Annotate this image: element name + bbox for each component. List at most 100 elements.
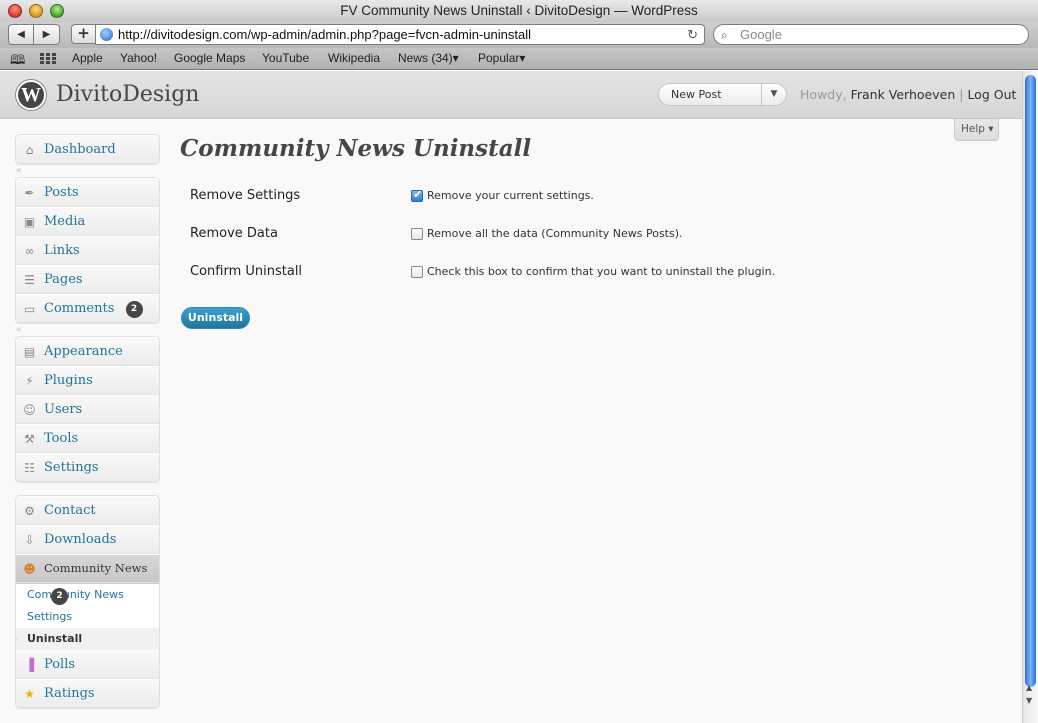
back-button[interactable]: ◀ (8, 24, 34, 45)
menu-item-plugins[interactable]: ⚡ Plugins (16, 366, 159, 395)
menu-separator[interactable]: « (15, 324, 160, 336)
menu-label: Appearance (44, 344, 123, 359)
menu-label: Tools (44, 431, 79, 446)
new-post-label[interactable]: New Post (671, 88, 722, 101)
bookmark-popular[interactable]: Popular▾ (478, 51, 525, 65)
star-icon: ★ (24, 687, 35, 701)
help-tab[interactable]: Help ▾ (954, 119, 999, 141)
comment-bubble-icon: ▭ (23, 302, 36, 316)
page-title: Community News Uninstall (180, 135, 532, 162)
menu-item-settings[interactable]: ☷ Settings (16, 453, 159, 482)
bookmark-apple[interactable]: Apple (72, 51, 103, 65)
plug-icon: ⚡ (25, 374, 34, 388)
menu-item-media[interactable]: ▣ Media (16, 207, 159, 236)
scrollbar-thumb[interactable] (1025, 75, 1036, 687)
menu-label: Settings (44, 460, 99, 475)
menu-label: Downloads (44, 532, 117, 547)
top-sites-icon[interactable] (40, 53, 56, 65)
menu-label: Community News (44, 561, 148, 575)
scroll-up-arrow-icon[interactable]: ▲ (1026, 683, 1032, 692)
chevron-down-icon[interactable]: ▼ (761, 84, 786, 105)
menu-separator[interactable]: « (15, 165, 160, 177)
bookmark-youtube[interactable]: YouTube (262, 51, 309, 65)
menu-group-content: ✒ Posts ▣ Media ∞ Links ☰ Pages ▭ Commen… (15, 177, 160, 324)
option-description: Remove all the data (Community News Post… (427, 227, 683, 240)
user-name-link[interactable]: Frank Verhoeven (851, 87, 956, 102)
menu-label: Polls (44, 657, 76, 672)
submenu-settings[interactable]: Settings (16, 606, 159, 628)
bookmark-news[interactable]: News (34)▾ (398, 51, 459, 65)
menu-label: Pages (44, 272, 83, 287)
submenu-community-news[interactable]: Community News (16, 584, 159, 606)
search-field[interactable]: ⌕ Google (713, 24, 1029, 45)
menu-label: Contact (44, 503, 96, 518)
menu-item-posts[interactable]: ✒ Posts (16, 178, 159, 207)
search-placeholder: Google (740, 27, 782, 42)
collapse-arrows-icon[interactable]: « (16, 324, 22, 336)
option-label: Remove Data (190, 226, 278, 241)
bookmark-google-maps[interactable]: Google Maps (174, 51, 245, 65)
menu-item-polls[interactable]: ▐ Polls (16, 650, 159, 679)
favorite-actions-dropdown[interactable]: New Post ▼ (658, 83, 787, 106)
reload-icon[interactable]: ↻ (687, 25, 698, 44)
community-news-submenu: Community News Settings Uninstall (16, 583, 159, 650)
separator: | (959, 87, 964, 102)
menu-separator (15, 483, 160, 495)
submenu-uninstall[interactable]: Uninstall (16, 628, 159, 650)
bookmark-yahoo[interactable]: Yahoo! (120, 51, 157, 65)
menu-label: Media (44, 214, 86, 229)
globe-icon (100, 28, 113, 41)
dashboard-icon: ⌂ (25, 143, 34, 157)
forward-button[interactable]: ▶ (34, 24, 60, 45)
howdy-text: Howdy, (800, 87, 847, 102)
scroll-down-arrow-icon[interactable]: ▼ (1026, 696, 1032, 705)
menu-item-links[interactable]: ∞ Links (16, 236, 159, 265)
link-icon: ∞ (24, 244, 35, 258)
menu-item-downloads[interactable]: ⇩ Downloads (16, 525, 159, 554)
logout-link[interactable]: Log Out (967, 87, 1016, 102)
contact-gear-icon: ⚙ (24, 504, 35, 518)
zoom-window-button[interactable] (50, 4, 64, 18)
menu-item-pages[interactable]: ☰ Pages (16, 265, 159, 294)
menu-item-dashboard[interactable]: ⌂ Dashboard (16, 135, 159, 164)
close-window-button[interactable] (8, 4, 22, 18)
wordpress-logo-icon: W (16, 80, 46, 110)
menu-item-comments[interactable]: ▭ Comments 2 (16, 294, 159, 323)
tools-icon: ⚒ (24, 432, 35, 446)
remove-settings-checkbox[interactable] (411, 188, 423, 202)
address-text: http://divitodesign.com/wp-admin/admin.p… (118, 27, 531, 42)
address-bar[interactable]: http://divitodesign.com/wp-admin/admin.p… (95, 24, 705, 45)
remove-data-checkbox[interactable] (411, 228, 423, 240)
vertical-scrollbar[interactable]: ▲ ▼ (1022, 71, 1038, 723)
menu-item-users[interactable]: ☺ Users (16, 395, 159, 424)
user-info: Howdy, Frank Verhoeven | Log Out (800, 87, 1016, 102)
site-title[interactable]: DivitoDesign (56, 82, 199, 107)
bookmarks-bar: 🕮 Apple Yahoo! Google Maps YouTube Wikip… (0, 48, 1038, 70)
uninstall-button[interactable]: Uninstall (181, 307, 250, 329)
pages-icon: ☰ (24, 273, 35, 287)
menu-item-tools[interactable]: ⚒ Tools (16, 424, 159, 453)
menu-item-ratings[interactable]: ★ Ratings (16, 679, 159, 708)
admin-header: W DivitoDesign New Post ▼ Howdy, Frank V… (0, 71, 1022, 119)
menu-group-dashboard: ⌂ Dashboard (15, 134, 160, 165)
reading-list-icon[interactable]: 🕮 (10, 51, 25, 73)
window-titlebar: FV Community News Uninstall ‹ DivitoDesi… (0, 0, 1038, 22)
confirm-uninstall-checkbox[interactable] (411, 266, 423, 278)
option-label: Confirm Uninstall (190, 264, 303, 279)
collapse-arrows-icon[interactable]: « (16, 165, 22, 177)
media-icon: ▣ (23, 215, 36, 229)
minimize-window-button[interactable] (29, 4, 43, 18)
menu-item-contact[interactable]: ⚙ Contact (16, 496, 159, 525)
menu-item-appearance[interactable]: ▤ Appearance (16, 337, 159, 366)
menu-group-plugins: ⚙ Contact ⇩ Downloads ☻ Community News 2… (15, 495, 160, 709)
add-bookmark-button[interactable]: + (71, 24, 95, 44)
bookmark-wikipedia[interactable]: Wikipedia (328, 51, 380, 65)
menu-group-admin: ▤ Appearance ⚡ Plugins ☺ Users ⚒ Tools ☷… (15, 336, 160, 483)
menu-item-community-news[interactable]: ☻ Community News 2 (16, 554, 159, 605)
menu-label: Dashboard (44, 142, 116, 157)
current-page-arrow-icon (16, 633, 17, 645)
bar-chart-icon: ▐ (24, 658, 35, 672)
users-icon: ☺ (23, 403, 36, 417)
download-arrow-icon: ⇩ (24, 533, 35, 547)
option-description: Check this box to confirm that you want … (427, 265, 776, 278)
